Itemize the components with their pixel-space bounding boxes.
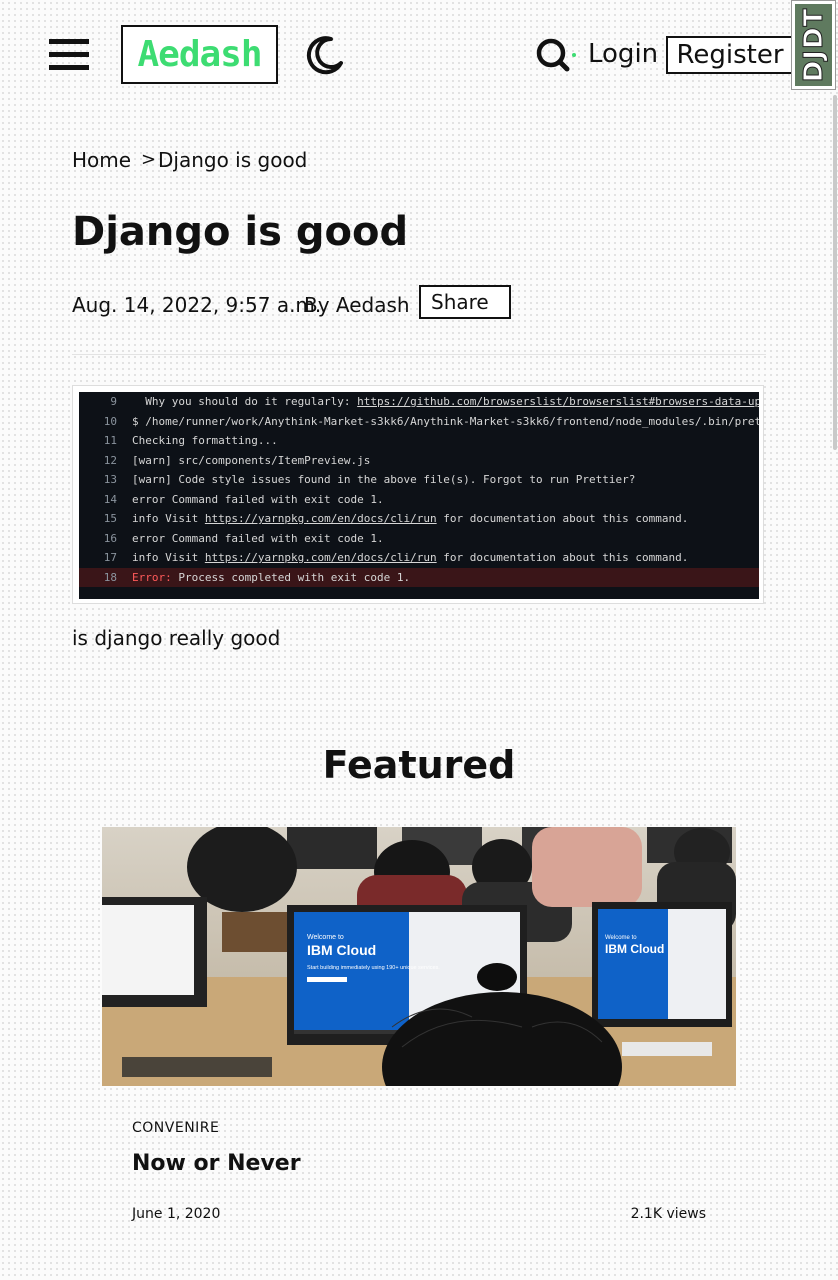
code-line-number: 17 — [103, 551, 117, 564]
screen-welcome-text: Welcome to — [307, 934, 344, 941]
code-line-number: 13 — [103, 473, 117, 486]
divider — [72, 354, 766, 355]
code-line-text: info Visit https://yarnpkg.com/en/docs/c… — [132, 512, 688, 525]
code-line-number: 9 — [110, 395, 117, 408]
search-icon[interactable] — [535, 36, 579, 74]
code-text-part: $ /home/runner/work/Anythink-Market-s3kk… — [132, 414, 759, 428]
code-link: https://yarnpkg.com/en/docs/cli/run — [204, 551, 437, 564]
code-line: 18 Error: Process completed with exit cod… — [79, 567, 759, 587]
code-line: 13 [warn] Code style issues found in the … — [79, 470, 759, 490]
code-text-part: Why you should do it regularly: — [132, 395, 358, 408]
code-line-text: Error: Process completed with exit code … — [132, 571, 410, 584]
code-line-text: info Visit https://yarnpkg.com/en/docs/c… — [132, 551, 688, 564]
featured-date: June 1, 2020 — [132, 1206, 221, 1222]
code-line: 15 info Visit https://yarnpkg.com/en/docs… — [79, 509, 759, 529]
screen-subtitle-text: Start building immediately using 190+ un… — [307, 965, 440, 971]
code-line-number: 11 — [103, 434, 117, 447]
code-text-part: for documentation about this command. — [436, 512, 689, 525]
register-button[interactable]: Register — [666, 36, 794, 74]
code-link: https://github.com/browserslist/browsers… — [357, 395, 759, 408]
screen-title-text: IBM Cloud — [307, 942, 376, 958]
code-line-text: [warn] Code style issues found in the ab… — [132, 473, 635, 486]
featured-image[interactable]: Welcome to IBM Cloud Start building imme… — [102, 827, 736, 1086]
debug-toolbar-handle[interactable]: DJDT — [791, 0, 836, 90]
code-line: 14 error Command failed with exit code 1. — [79, 490, 759, 510]
breadcrumb-home[interactable]: Home — [72, 147, 131, 173]
code-text-part: [warn] Code style issues found in the ab… — [132, 473, 636, 486]
featured-views: 2.1K views — [630, 1206, 706, 1222]
code-line-number: 18 — [103, 570, 117, 584]
featured-heading: Featured — [322, 743, 516, 787]
code-text-part: info Visit — [132, 551, 205, 564]
code-text-part: error Command failed with exit code 1. — [132, 492, 384, 506]
code-text-part: Process completed with exit code 1. — [171, 570, 411, 584]
code-text-part: Checking formatting... — [132, 434, 278, 447]
code-line-number: 14 — [103, 492, 117, 506]
code-line-text: Checking formatting... — [132, 434, 278, 447]
code-line-number: 16 — [103, 531, 117, 545]
page-title: Django is good — [72, 209, 409, 255]
code-text-part: info Visit — [132, 512, 205, 525]
code-line-text: error Command failed with exit code 1. — [132, 532, 384, 545]
code-link: https://yarnpkg.com/en/docs/cli/run — [204, 512, 437, 525]
post-date: Aug. 14, 2022, 9:57 a.m. — [72, 293, 322, 317]
code-line: 16 error Command failed with exit code 1. — [79, 529, 759, 549]
code-line-text: [warn] src/components/ItemPreview.js — [132, 454, 370, 467]
code-text-part: for documentation about this command. — [436, 551, 689, 564]
code-line: 17 info Visit https://yarnpkg.com/en/docs… — [79, 548, 759, 568]
code-line-text: Why you should do it regularly: https://… — [132, 395, 759, 408]
code-line: 9 Why you should do it regularly: https:… — [79, 392, 759, 412]
code-line-number: 12 — [103, 453, 117, 467]
menu-icon[interactable] — [49, 39, 89, 71]
code-line: 12 [warn] src/components/ItemPreview.js — [79, 451, 759, 471]
code-line: 10 $ /home/runner/work/Anythink-Market-s3… — [79, 412, 759, 432]
code-screenshot: 9 Why you should do it regularly: https:… — [79, 392, 759, 599]
debug-toolbar-label: DJDT — [798, 7, 829, 83]
scrollbar[interactable] — [833, 95, 837, 450]
featured-category[interactable]: CONVENIRE — [132, 1119, 219, 1137]
code-line-text: $ /home/runner/work/Anythink-Market-s3kk… — [132, 415, 759, 428]
post-body: is django really good — [72, 626, 281, 650]
code-line-number: 10 — [103, 414, 117, 428]
code-line: 11 Checking formatting... — [79, 431, 759, 451]
code-line-text: error Command failed with exit code 1. — [132, 493, 384, 506]
error-label: Error: — [132, 570, 172, 584]
debug-toolbar-badge: DJDT — [795, 4, 832, 86]
code-text-part: error Command failed with exit code 1. — [132, 531, 384, 545]
moon-icon[interactable] — [303, 33, 347, 77]
share-button[interactable]: Share — [419, 285, 511, 319]
post-image: 9 Why you should do it regularly: https:… — [72, 385, 764, 604]
breadcrumb-current: Django is good — [158, 148, 308, 172]
breadcrumb-separator: > — [141, 149, 157, 170]
post-author: By Aedash — [304, 293, 410, 317]
screen-title-text-2: IBM Cloud — [605, 942, 664, 956]
screen-welcome-text-2: Welcome to — [605, 935, 637, 941]
classroom-photo: Welcome to IBM Cloud Start building imme… — [102, 827, 736, 1086]
logo-text: Aedash — [137, 34, 262, 75]
featured-title[interactable]: Now or Never — [132, 1150, 301, 1178]
login-link[interactable]: Login — [588, 37, 658, 71]
code-line-number: 15 — [103, 512, 117, 525]
site-logo[interactable]: Aedash — [121, 25, 278, 84]
code-text-part: [warn] src/components/ItemPreview.js — [132, 453, 371, 467]
